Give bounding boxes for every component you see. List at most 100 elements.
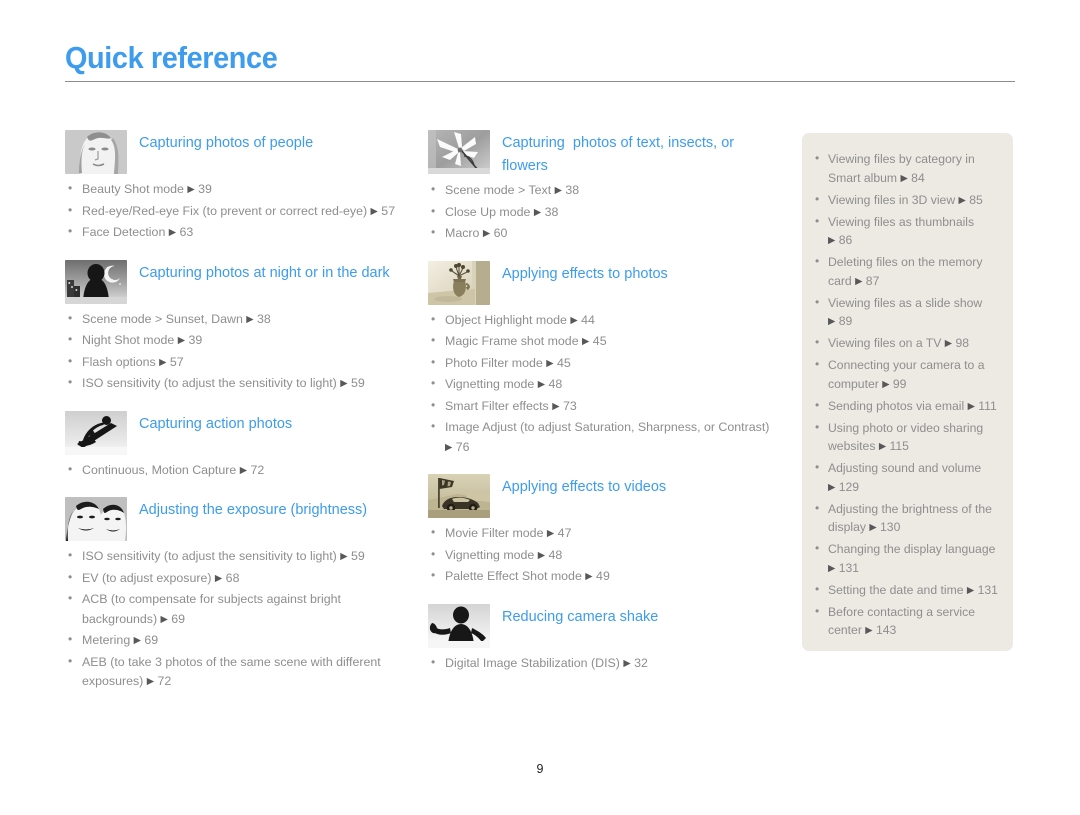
list-item[interactable]: Movie Filter mode ▶ 47 xyxy=(428,523,776,545)
page-reference: ▶ 111 xyxy=(968,399,997,413)
list-item[interactable]: Sending photos via email ▶ 111 xyxy=(812,396,1000,418)
section-header: Capturing photos at night or in the dark xyxy=(65,259,410,306)
right-triangle-icon: ▶ xyxy=(828,316,836,327)
section-title[interactable]: Capturing action photos xyxy=(139,411,410,436)
section-title[interactable]: Capturing photos of people xyxy=(139,130,410,155)
list-item[interactable]: EV (to adjust exposure) ▶ 68 xyxy=(65,568,410,590)
list-item[interactable]: Palette Effect Shot mode ▶ 49 xyxy=(428,566,776,588)
list-item[interactable]: Digital Image Stabilization (DIS) ▶ 32 xyxy=(428,653,776,675)
list-item[interactable]: Object Highlight mode ▶ 44 xyxy=(428,310,776,332)
list-item[interactable]: Photo Filter mode ▶ 45 xyxy=(428,353,776,375)
list-item[interactable]: Magic Frame shot mode ▶ 45 xyxy=(428,331,776,353)
right-triangle-icon: ▶ xyxy=(187,184,195,195)
list-item-label: Image Adjust (to adjust Saturation, Shar… xyxy=(445,420,770,434)
section-title[interactable]: Adjusting the exposure (brightness) xyxy=(139,497,410,522)
section-capturing-photos-of-text-insects-or-flow: Capturing photos of text, insects, or fl… xyxy=(428,130,776,245)
right-triangle-icon: ▶ xyxy=(214,572,223,584)
reference-page-number: 130 xyxy=(876,520,901,534)
page-reference: ▶ 69 xyxy=(134,633,159,647)
list-item[interactable]: Smart Filter effects ▶ 73 xyxy=(428,396,776,418)
right-triangle-icon: ▶ xyxy=(865,625,873,636)
list-item-label: Photo Filter mode xyxy=(445,355,547,370)
right-triangle-icon: ▶ xyxy=(869,522,877,533)
reference-page-number: 38 xyxy=(253,311,271,326)
list-item[interactable]: ISO sensitivity (to adjust the sensitivi… xyxy=(65,373,410,395)
section-topic-list: Scene mode > Sunset, Dawn ▶ 38Night Shot… xyxy=(65,309,410,395)
section-capturing-photos-of-people: Capturing photos of people Beauty Shot mo… xyxy=(65,130,410,244)
reference-page-number: 69 xyxy=(167,611,186,626)
list-item-label: Night Shot mode xyxy=(82,333,178,347)
list-item[interactable]: Before contacting a service center ▶ 143 xyxy=(812,602,1000,642)
right-triangle-icon: ▶ xyxy=(944,338,953,349)
list-item[interactable]: Adjusting sound and volume ▶ 129 xyxy=(812,458,1000,498)
list-item[interactable]: ISO sensitivity (to adjust the sensitivi… xyxy=(65,546,410,568)
list-item-label: Beauty Shot mode xyxy=(82,182,188,196)
list-item[interactable]: Scene mode > Text ▶ 38 xyxy=(428,180,776,202)
reference-page-number: 131 xyxy=(835,560,860,575)
list-item[interactable]: Viewing files in 3D view ▶ 85 xyxy=(812,190,1000,212)
page-reference: ▶ 86 xyxy=(828,233,852,247)
section-title[interactable]: Applying effects to photos xyxy=(502,261,776,286)
right-triangle-icon: ▶ xyxy=(828,562,836,574)
list-item[interactable]: Flash options ▶ 57 xyxy=(65,352,410,374)
list-item[interactable]: Using photo or video sharing websites ▶ … xyxy=(812,418,1000,458)
section-applying-effects-to-photos: Applying effects to photos Object Highlig… xyxy=(428,260,776,459)
page-reference: ▶ 89 xyxy=(828,314,852,328)
list-item[interactable]: Changing the display language ▶ 131 xyxy=(812,539,1000,579)
section-adjusting-the-exposure-brightness: Adjusting the exposure (brightness) ISO s… xyxy=(65,497,410,693)
right-triangle-icon: ▶ xyxy=(177,335,186,346)
page-reference: ▶ 60 xyxy=(483,226,508,240)
list-item[interactable]: Deleting files on the memory card ▶ 87 xyxy=(812,252,1000,292)
list-item-label: Digital Image Stabilization (DIS) xyxy=(445,655,624,670)
reference-page-number: 48 xyxy=(545,377,563,391)
list-item-label: Close Up mode xyxy=(445,204,534,219)
list-item[interactable]: Adjusting the brightness of the display … xyxy=(812,499,1000,539)
list-item[interactable]: ACB (to compensate for subjects against … xyxy=(65,589,410,630)
page-reference: ▶ 84 xyxy=(900,171,924,185)
list-item[interactable]: Continuous, Motion Capture ▶ 72 xyxy=(65,460,410,482)
list-item-label: AEB (to take 3 photos of the same scene … xyxy=(82,654,381,689)
right-triangle-icon: ▶ xyxy=(546,357,554,369)
right-triangle-icon: ▶ xyxy=(133,635,141,646)
list-item[interactable]: Viewing files as a slide show ▶ 89 xyxy=(812,293,1000,333)
list-item[interactable]: Beauty Shot mode ▶ 39 xyxy=(65,179,410,201)
list-item[interactable]: Close Up mode ▶ 38 xyxy=(428,202,776,224)
reference-page-number: 111 xyxy=(974,398,997,413)
list-item[interactable]: Night Shot mode ▶ 39 xyxy=(65,330,410,352)
section-title[interactable]: Applying effects to videos xyxy=(502,474,776,499)
sepia-vase-flowers-thumbnail xyxy=(428,260,490,305)
section-topic-list: Scene mode > Text ▶ 38Close Up mode ▶ 38… xyxy=(428,180,776,245)
reference-page-number: 115 xyxy=(886,439,909,453)
list-item-label: Object Highlight mode xyxy=(445,312,571,327)
list-item[interactable]: Image Adjust (to adjust Saturation, Shar… xyxy=(428,417,776,458)
page-reference: ▶ 143 xyxy=(865,623,896,637)
section-topic-list: Beauty Shot mode ▶ 39 Red-eye/Red-eye Fix… xyxy=(65,179,410,244)
list-item[interactable]: Red-eye/Red-eye Fix (to prevent or corre… xyxy=(65,201,410,223)
list-item[interactable]: Connecting your camera to a computer ▶ 9… xyxy=(812,355,1000,395)
page-reference: ▶ 57 xyxy=(371,204,396,218)
list-item-label: Setting the date and time xyxy=(828,582,967,597)
list-item-label: Adjusting the brightness of the display xyxy=(828,501,992,535)
white-flower-macro-thumbnail xyxy=(428,130,490,174)
section-title[interactable]: Reducing camera shake xyxy=(502,604,776,629)
portrait-face-thumbnail xyxy=(65,130,127,174)
list-item[interactable]: Macro ▶ 60 xyxy=(428,223,776,245)
list-item[interactable]: Setting the date and time ▶ 131 xyxy=(812,580,1000,602)
section-capturing-photos-at-night-or-in-the-dark: Capturing photos at night or in the dark… xyxy=(65,259,410,395)
list-item[interactable]: Metering ▶ 69 xyxy=(65,630,410,652)
list-item[interactable]: AEB (to take 3 photos of the same scene … xyxy=(65,652,410,693)
page-reference: ▶ 39 xyxy=(178,333,203,347)
list-item[interactable]: Scene mode > Sunset, Dawn ▶ 38 xyxy=(65,309,410,331)
right-triangle-icon: ▶ xyxy=(445,441,453,453)
page-reference: ▶ 73 xyxy=(552,399,577,413)
list-item[interactable]: Viewing files on a TV ▶ 98 xyxy=(812,333,1000,355)
list-item[interactable]: Viewing files by category in Smart album… xyxy=(812,149,1000,189)
section-title[interactable]: Capturing photos of text, insects, or fl… xyxy=(502,130,776,177)
section-title[interactable]: Capturing photos at night or in the dark xyxy=(139,260,410,285)
list-item[interactable]: Vignetting mode ▶ 48 xyxy=(428,374,776,396)
list-item-label: Vignetting mode xyxy=(445,377,538,391)
list-item[interactable]: Viewing files as thumbnails ▶ 86 xyxy=(812,212,1000,252)
list-item[interactable]: Face Detection ▶ 63 xyxy=(65,222,410,244)
reference-page-number: 38 xyxy=(561,183,580,197)
list-item[interactable]: Vignetting mode ▶ 48 xyxy=(428,545,776,567)
